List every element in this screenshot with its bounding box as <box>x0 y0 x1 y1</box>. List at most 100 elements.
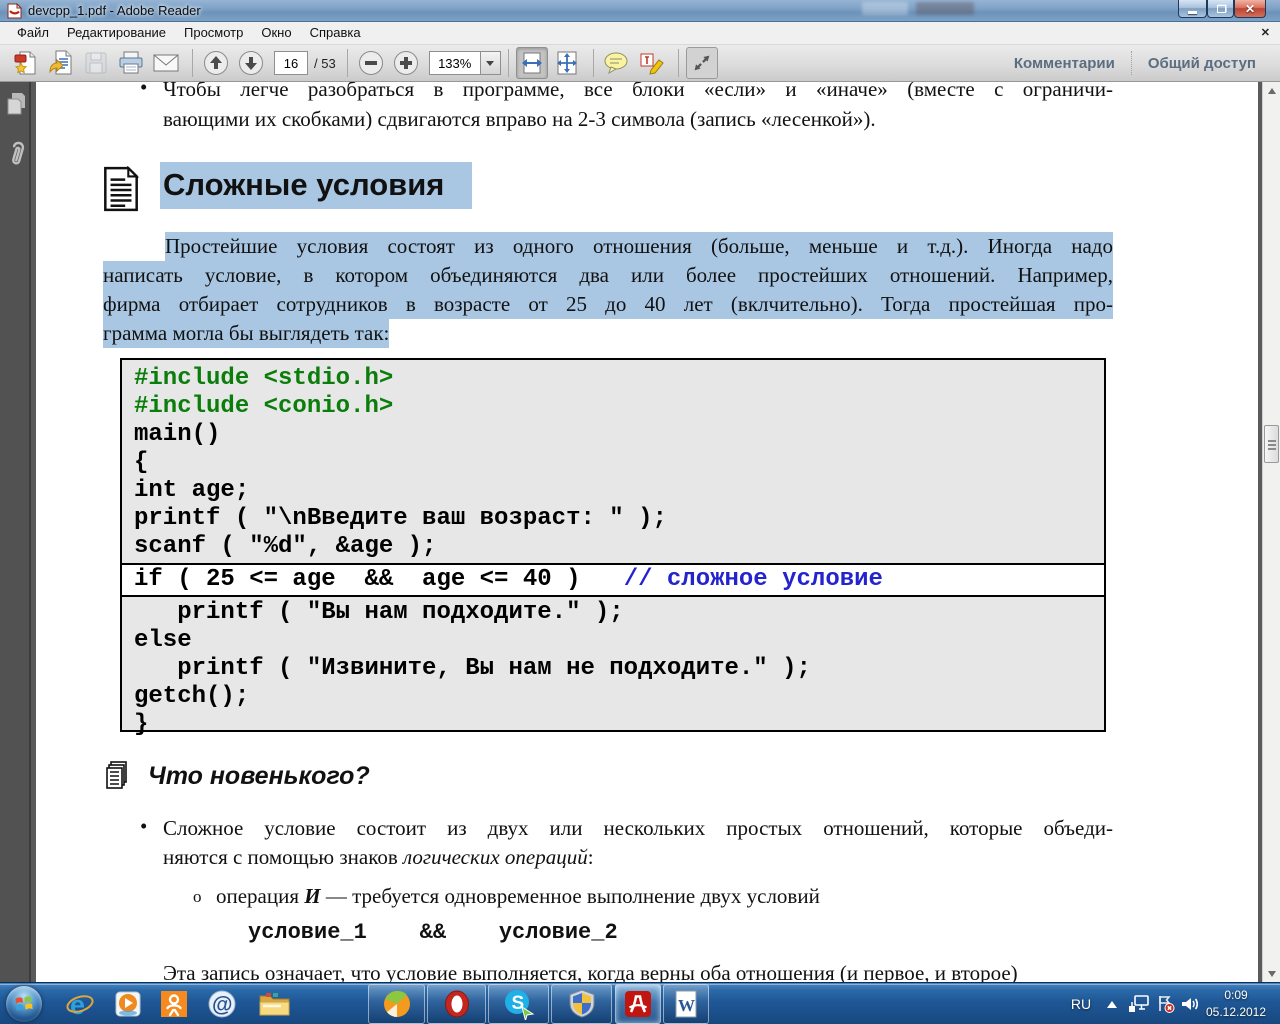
skype-icon: S <box>505 990 535 1020</box>
sub-bullet-line: операция И — требуется одновременное вып… <box>216 884 820 908</box>
windows-defender-taskbar-button[interactable] <box>551 984 612 1024</box>
document-area: • Чтобы легче разобраться в программе, в… <box>0 82 1280 982</box>
scrollbar-thumb[interactable] <box>1264 425 1279 463</box>
zoom-level-value[interactable]: 133% <box>428 51 481 75</box>
highlight-text-button[interactable] <box>636 47 668 79</box>
svg-text:@: @ <box>212 994 232 1017</box>
chevron-down-icon <box>486 60 495 66</box>
chevron-up-icon <box>1107 1001 1117 1008</box>
restore-button[interactable] <box>1207 0 1234 18</box>
bullet-dot: • <box>140 814 148 838</box>
internet-explorer-taskbar-button[interactable]: e <box>58 984 102 1024</box>
whats-new-title: Что новенького? <box>148 762 370 790</box>
skype-taskbar-button[interactable]: S <box>488 984 549 1024</box>
aimp-taskbar-button[interactable] <box>368 984 425 1024</box>
section-title: Сложные условия <box>160 162 473 209</box>
code-line: else <box>134 627 192 654</box>
page-total-label: / 53 <box>314 55 336 71</box>
export-pdf-button[interactable] <box>45 47 77 79</box>
toolbar-separator <box>592 49 594 77</box>
media-player-taskbar-button[interactable] <box>106 984 150 1024</box>
fit-width-button[interactable] <box>515 47 548 79</box>
explorer-folder-taskbar-button[interactable] <box>250 984 298 1024</box>
toolbar-close-icon[interactable]: ✕ <box>1261 26 1270 39</box>
menu-items: Файл Редактирование Просмотр Окно Справка <box>8 24 370 42</box>
odnoklassniki-taskbar-button[interactable] <box>152 984 196 1024</box>
code-line: printf ( "Вы нам подходите." ); <box>134 599 624 626</box>
pdf-page: • Чтобы легче разобраться в программе, в… <box>36 82 1258 982</box>
menu-редактирование[interactable]: Редактирование <box>58 23 175 42</box>
code-line: printf ( "\nВведите ваш возраст: " ); <box>134 505 667 532</box>
internet-explorer-icon: e <box>66 990 94 1019</box>
email-button[interactable] <box>150 47 182 79</box>
open-file-button[interactable] <box>10 47 42 79</box>
explorer-folder-icon <box>259 992 289 1015</box>
start-button[interactable] <box>6 986 42 1022</box>
section-document-icon <box>102 165 140 217</box>
word-icon: W <box>675 990 697 1018</box>
code-comment: // сложное условие <box>623 566 883 593</box>
close-button[interactable]: ✕ <box>1234 0 1266 18</box>
bullet-dot: • <box>140 82 148 99</box>
previous-page-button[interactable] <box>200 47 232 79</box>
toolbar-separator <box>507 49 509 77</box>
code-listing: #include <stdio.h> #include <conio.h> main… <box>120 358 1106 738</box>
scroll-up-arrow[interactable] <box>1263 82 1280 99</box>
adobe-reader-taskbar-button[interactable] <box>615 984 661 1024</box>
opera-taskbar-button[interactable] <box>427 984 486 1024</box>
page-thumbnails-icon[interactable] <box>5 91 27 122</box>
network-icon[interactable] <box>1126 983 1152 1024</box>
code-line: if ( 25 <= age && age <= 40 ) // сложное… <box>122 563 1104 597</box>
background-window-ghost <box>862 2 908 15</box>
zoom-dropdown-button[interactable] <box>480 51 501 75</box>
comment-button[interactable] <box>601 47 633 79</box>
vertical-scrollbar[interactable] <box>1262 82 1280 982</box>
code-line: #include <conio.h> <box>134 393 394 420</box>
menu-справка[interactable]: Справка <box>301 23 370 42</box>
action-center-flag-icon[interactable] <box>1154 983 1178 1024</box>
language-indicator[interactable]: RU <box>1066 983 1096 1024</box>
attachments-paperclip-icon[interactable] <box>5 138 27 175</box>
pdf-file-icon <box>7 2 23 24</box>
code-line: #include <stdio.h> <box>134 365 394 392</box>
toolbar-dotted-separator <box>1130 51 1132 75</box>
condition-expression: условие_1 && условие_2 <box>248 920 618 945</box>
paragraph-line: вающими их скобками) сдвигаются вправо н… <box>163 107 876 131</box>
save-button[interactable] <box>80 47 112 79</box>
code-line: { <box>134 449 149 476</box>
show-hidden-icons-button[interactable] <box>1102 983 1122 1024</box>
code-line: getch(); <box>134 683 250 710</box>
menu-файл[interactable]: Файл <box>8 23 58 42</box>
zoom-level-control: 133% <box>428 51 501 75</box>
zoom-in-button[interactable] <box>390 47 422 79</box>
italic-term: логических операций <box>403 845 588 869</box>
mail-ru-taskbar-button[interactable]: @ <box>200 984 244 1024</box>
title-bar: devcpp_1.pdf - Adobe Reader ✕ <box>0 0 1280 22</box>
code-line: printf ( "Извините, Вы нам не подходите.… <box>134 655 811 682</box>
share-panel-button[interactable]: Общий доступ <box>1138 51 1266 76</box>
navigation-pane <box>0 82 31 982</box>
screen: devcpp_1.pdf - Adobe Reader ✕ Файл Редакт… <box>0 0 1280 1024</box>
sub-bullet-marker: o <box>193 887 202 906</box>
mail-ru-icon: @ <box>208 990 236 1018</box>
svg-text:e: e <box>70 990 85 1019</box>
volume-icon[interactable] <box>1178 983 1202 1024</box>
next-page-button[interactable] <box>235 47 267 79</box>
word-taskbar-button[interactable]: W <box>663 984 709 1024</box>
comments-panel-button[interactable]: Комментарии <box>1004 51 1125 76</box>
toolbar: / 53 133% Комментарии <box>0 45 1280 82</box>
opera-icon <box>444 990 469 1018</box>
scroll-down-arrow[interactable] <box>1263 965 1280 982</box>
print-button[interactable] <box>115 47 147 79</box>
taskbar: e @ S W RU 0:09 05.12.2012 <box>0 982 1280 1024</box>
minimize-button[interactable] <box>1178 0 1207 18</box>
menu-окно[interactable]: Окно <box>252 23 300 42</box>
odnoklassniki-icon <box>161 991 187 1017</box>
page-number-input[interactable] <box>274 51 308 75</box>
fullscreen-button[interactable] <box>685 47 718 79</box>
toolbar-separator <box>677 49 679 77</box>
clock[interactable]: 0:09 05.12.2012 <box>1200 987 1272 1021</box>
menu-просмотр[interactable]: Просмотр <box>175 23 252 42</box>
zoom-out-button[interactable] <box>355 47 387 79</box>
fit-page-button[interactable] <box>551 47 583 79</box>
